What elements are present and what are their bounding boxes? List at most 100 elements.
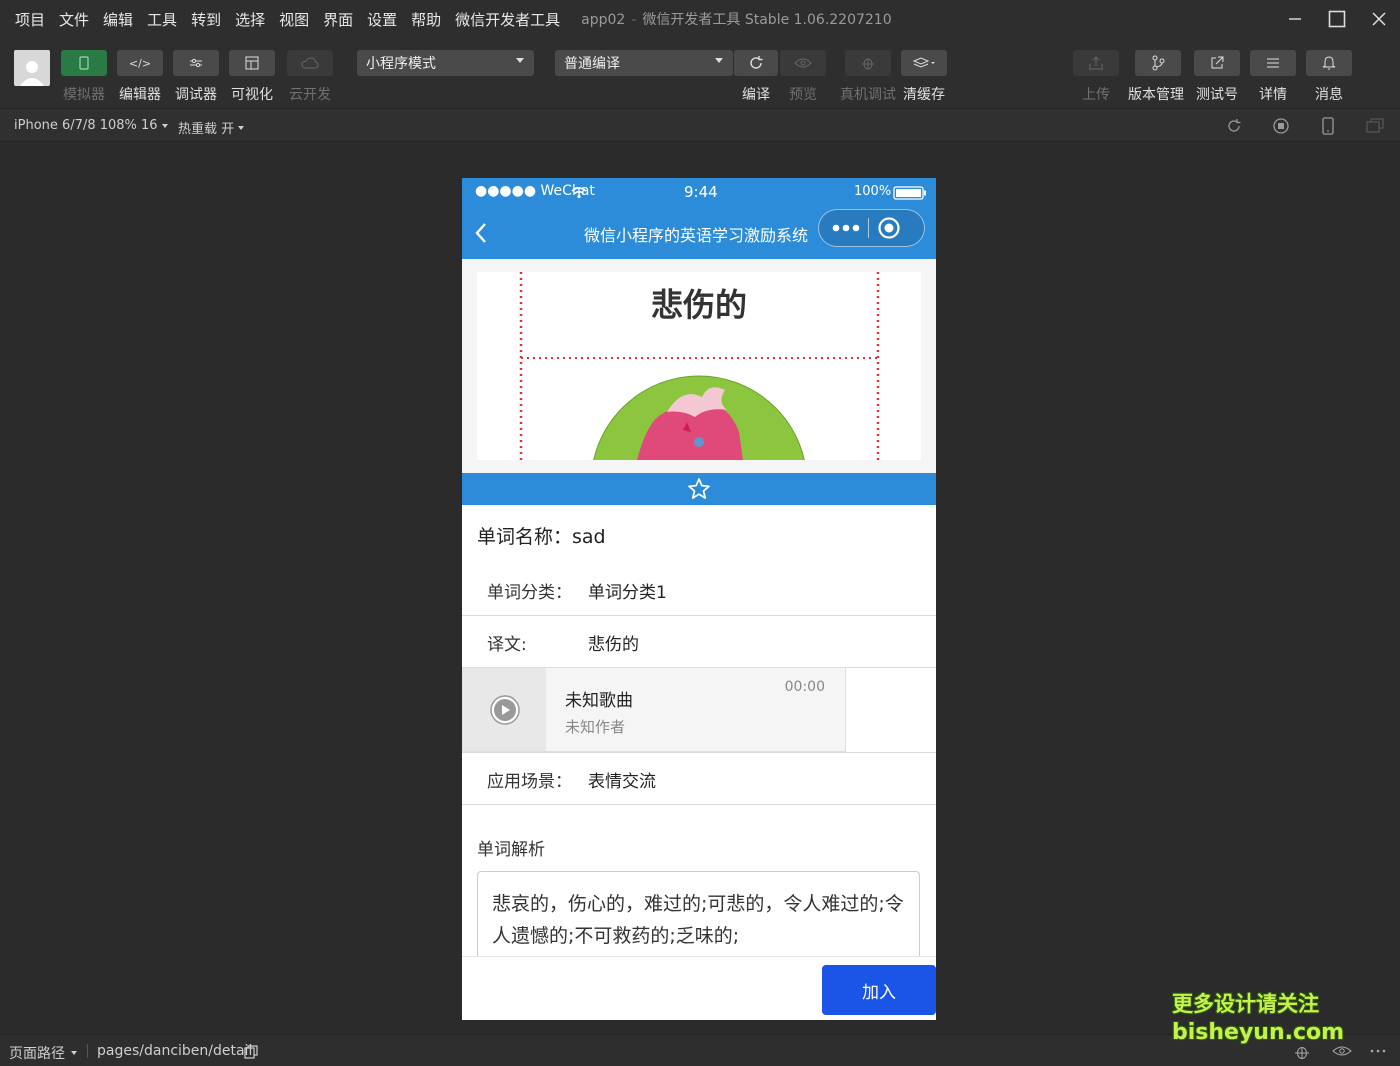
simulator-button[interactable] bbox=[61, 50, 107, 76]
menu-tools[interactable]: 工具 bbox=[140, 9, 184, 30]
compile-select[interactable]: 普通编译 bbox=[555, 50, 733, 76]
menu-project[interactable]: 项目 bbox=[8, 9, 52, 30]
debugger-button[interactable] bbox=[173, 50, 219, 76]
phone-status-bar: ●●●●● WeChat 9:44 100% bbox=[462, 178, 936, 206]
test-account-tool[interactable]: 测试号 bbox=[1194, 50, 1240, 104]
word-image-carousel[interactable]: 悲伤的 bbox=[462, 259, 936, 473]
bug-icon bbox=[862, 58, 874, 70]
visual-tool[interactable]: 可视化 bbox=[229, 50, 275, 104]
back-icon[interactable] bbox=[474, 222, 488, 244]
test-account-button[interactable] bbox=[1194, 50, 1240, 76]
preview-button[interactable] bbox=[780, 50, 826, 76]
detach-window-icon[interactable] bbox=[1366, 117, 1384, 135]
rotate-icon[interactable] bbox=[1225, 117, 1243, 135]
watermark: 更多设计请关注 bisheyun.com bbox=[1172, 988, 1344, 1045]
debugger-label: 调试器 bbox=[175, 87, 217, 103]
record-icon[interactable] bbox=[1272, 117, 1290, 135]
cloud-button[interactable] bbox=[287, 50, 333, 76]
hot-reload-value: 热重载 开 bbox=[178, 122, 235, 137]
clear-cache-button[interactable] bbox=[901, 50, 947, 76]
version-button[interactable] bbox=[1135, 50, 1181, 76]
maximize-icon bbox=[1328, 10, 1346, 28]
editor-tool[interactable]: </> 编辑器 bbox=[117, 50, 163, 104]
cloud-tool[interactable]: 云开发 bbox=[287, 50, 333, 104]
phone-nav-bar: 微信小程序的英语学习激励系统 bbox=[462, 206, 936, 259]
menu-select[interactable]: 选择 bbox=[228, 9, 272, 30]
word-image: 悲伤的 bbox=[477, 272, 921, 460]
battery-percent: 100% bbox=[854, 184, 892, 199]
more-dots-icon[interactable] bbox=[832, 224, 860, 232]
preview-label: 预览 bbox=[789, 87, 817, 103]
category-value: 单词分类1 bbox=[588, 583, 667, 603]
bell-icon bbox=[1322, 56, 1336, 70]
debug-settings-icon bbox=[190, 58, 202, 68]
editor-label: 编辑器 bbox=[119, 87, 161, 103]
join-button[interactable]: 加入 bbox=[822, 965, 936, 1015]
details-label: 详情 bbox=[1259, 87, 1287, 103]
app-version: 微信开发者工具 Stable 1.06.2207210 bbox=[642, 12, 892, 28]
maximize-button[interactable] bbox=[1316, 0, 1358, 38]
layout-icon bbox=[245, 56, 259, 70]
refresh-icon bbox=[750, 56, 763, 69]
eye-icon[interactable] bbox=[1332, 1045, 1352, 1057]
device-select[interactable]: iPhone 6/7/8 108% 16 bbox=[14, 118, 168, 133]
layers-icon bbox=[912, 57, 935, 68]
menu-help[interactable]: 帮助 bbox=[404, 9, 448, 30]
menu-file[interactable]: 文件 bbox=[52, 9, 96, 30]
phone-icon[interactable] bbox=[1319, 117, 1337, 135]
simulator-tool[interactable]: 模拟器 bbox=[61, 50, 107, 104]
compile-tool[interactable]: 编译 bbox=[734, 50, 778, 104]
menu-settings[interactable]: 设置 bbox=[360, 9, 404, 30]
upload-button[interactable] bbox=[1073, 50, 1119, 76]
page-path-select[interactable]: 页面路径 bbox=[9, 1043, 77, 1063]
visual-button[interactable] bbox=[229, 50, 275, 76]
menu-goto[interactable]: 转到 bbox=[184, 9, 228, 30]
close-miniprogram-icon[interactable] bbox=[877, 216, 901, 240]
category-label: 单词分类： bbox=[487, 583, 572, 603]
messages-tool[interactable]: 消息 bbox=[1306, 50, 1352, 104]
bug-icon[interactable] bbox=[1293, 1043, 1311, 1061]
upload-tool[interactable]: 上传 bbox=[1073, 50, 1119, 104]
chevron-down-icon bbox=[516, 58, 524, 63]
word-name: sad bbox=[572, 526, 606, 548]
menu-devtools[interactable]: 微信开发者工具 bbox=[448, 9, 567, 30]
cloud-icon bbox=[301, 57, 319, 69]
menu-bar: 项目 文件 编辑 工具 转到 选择 视图 界面 设置 帮助 微信开发者工具 ap… bbox=[0, 0, 1400, 38]
word-name-row: 单词名称：sad bbox=[477, 522, 606, 549]
remote-debug-tool[interactable]: 真机调试 bbox=[840, 50, 896, 104]
version-tool[interactable]: 版本管理 bbox=[1128, 50, 1184, 104]
favorite-bar[interactable] bbox=[462, 473, 936, 505]
title-separator: - bbox=[631, 12, 637, 28]
cloud-label: 云开发 bbox=[289, 87, 331, 103]
remote-debug-button[interactable] bbox=[845, 50, 891, 76]
menu-view[interactable]: 视图 bbox=[272, 9, 316, 30]
audio-play-area[interactable] bbox=[463, 668, 546, 751]
close-button[interactable] bbox=[1358, 0, 1400, 38]
clear-cache-tool[interactable]: 清缓存 bbox=[901, 50, 947, 104]
play-icon[interactable] bbox=[489, 694, 520, 725]
menu-interface[interactable]: 界面 bbox=[316, 9, 360, 30]
audio-time: 00:00 bbox=[784, 679, 825, 695]
upload-label: 上传 bbox=[1082, 87, 1110, 103]
copy-icon[interactable] bbox=[244, 1045, 258, 1059]
more-icon[interactable] bbox=[1370, 1049, 1386, 1053]
avatar[interactable] bbox=[14, 50, 50, 86]
compile-button[interactable] bbox=[734, 50, 778, 76]
details-tool[interactable]: 详情 bbox=[1250, 50, 1296, 104]
star-icon[interactable] bbox=[687, 477, 711, 501]
details-button[interactable] bbox=[1250, 50, 1296, 76]
audio-artist: 未知作者 bbox=[565, 718, 626, 736]
menu-edit[interactable]: 编辑 bbox=[96, 9, 140, 30]
mode-select[interactable]: 小程序模式 bbox=[357, 50, 534, 76]
toolbar: 模拟器 </> 编辑器 调试器 可视化 云开发 小程序模式 普通编译 编译 预览… bbox=[0, 38, 1400, 108]
minimize-button[interactable] bbox=[1274, 0, 1316, 38]
preview-tool[interactable]: 预览 bbox=[780, 50, 826, 104]
editor-button[interactable]: </> bbox=[117, 50, 163, 76]
debugger-tool[interactable]: 调试器 bbox=[173, 50, 219, 104]
hot-reload-select[interactable]: 热重载 开 bbox=[178, 118, 245, 137]
messages-button[interactable] bbox=[1306, 50, 1352, 76]
window-title: app02- 微信开发者工具 Stable 1.06.2207210 bbox=[581, 9, 891, 29]
word-name-label: 单词名称： bbox=[477, 526, 573, 548]
scene-label: 应用场景： bbox=[487, 772, 572, 792]
visual-label: 可视化 bbox=[231, 87, 273, 103]
